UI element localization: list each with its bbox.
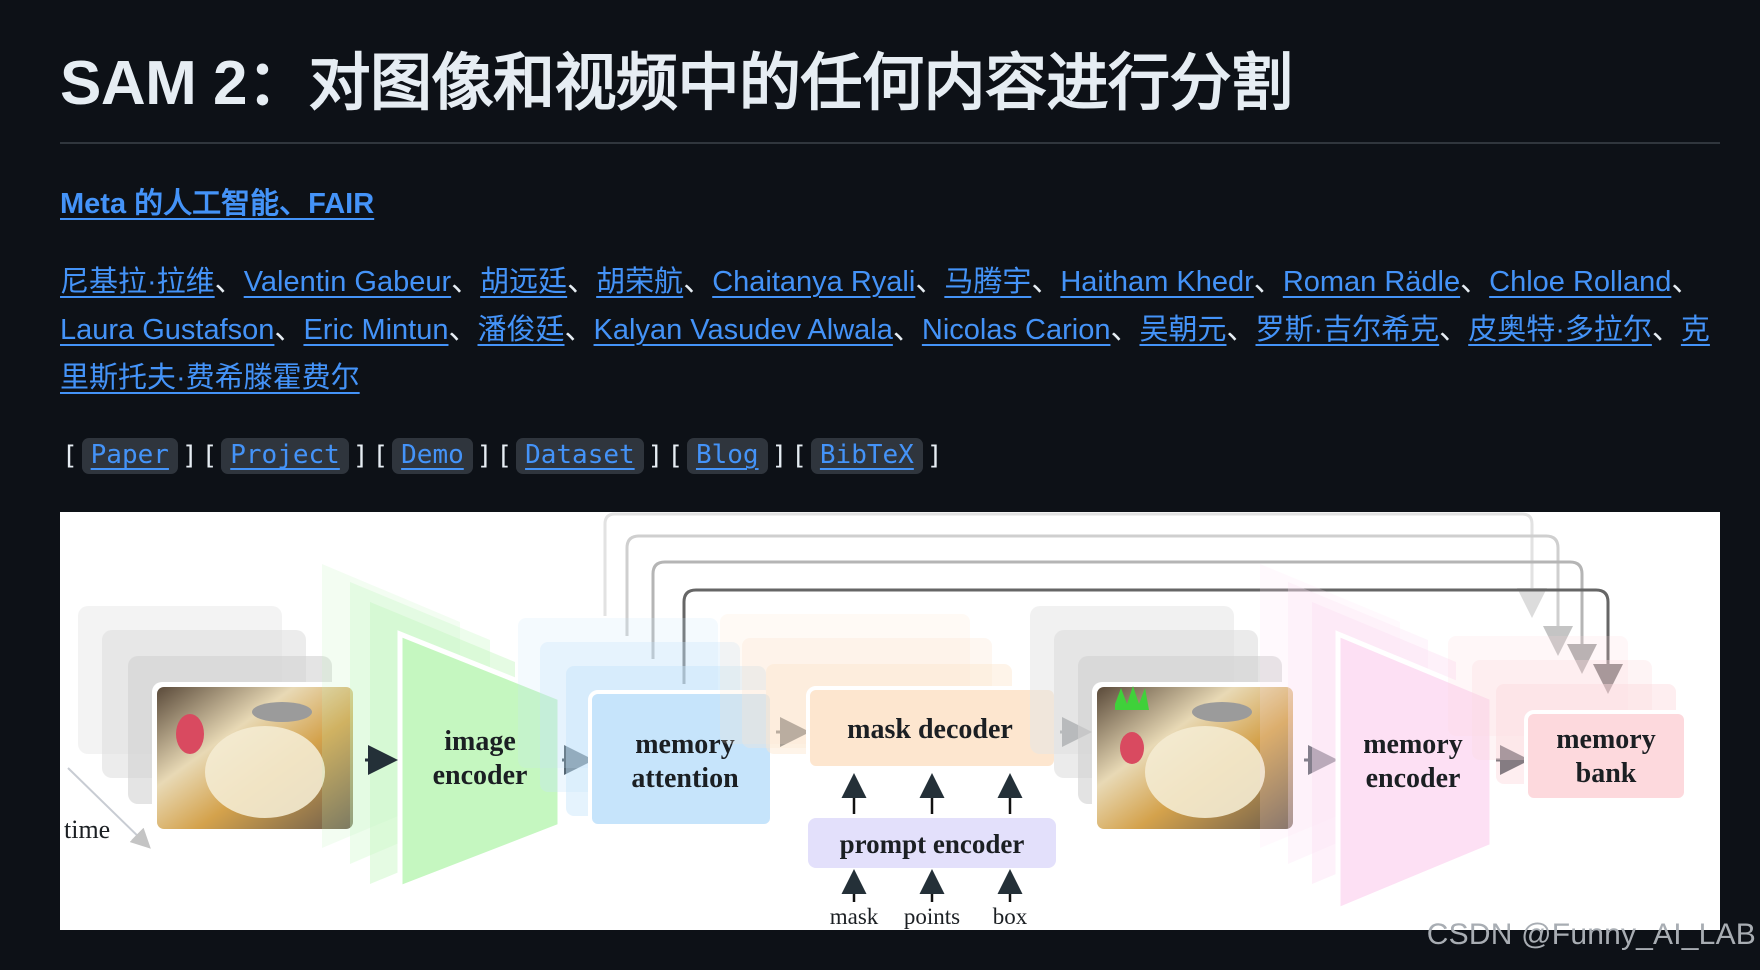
author-separator: 、 [448, 314, 478, 346]
prompt-mask-label: mask [830, 904, 879, 929]
author-link[interactable]: Nicolas Carion [922, 314, 1111, 346]
bracket-close: ] [926, 441, 943, 471]
author-separator: 、 [1226, 314, 1256, 346]
bracket-open: [ [496, 441, 513, 471]
author-separator: 、 [1031, 266, 1061, 298]
prompt-input-arrows [841, 869, 1023, 902]
output-frames-stack [1030, 606, 1298, 832]
link-dataset[interactable]: Dataset [525, 440, 635, 470]
bracket-open: [ [201, 441, 218, 471]
bracket-close: ] [476, 441, 493, 471]
author-link[interactable]: Chloe Rolland [1489, 266, 1671, 298]
author-separator: 、 [451, 266, 481, 298]
author-link[interactable]: 马腾宇 [944, 266, 1031, 298]
bracket-open: [ [62, 441, 78, 471]
author-link[interactable]: 尼基拉·拉维 [60, 266, 215, 298]
memory-attention-label: memory [635, 729, 735, 760]
link-blog[interactable]: Blog [696, 440, 759, 470]
bracket-open: [ [372, 441, 389, 471]
author-link[interactable]: 罗斯·吉尔希克 [1256, 314, 1440, 346]
resource-links: [Paper][Project][Demo][Dataset][Blog][Bi… [60, 438, 944, 474]
bracket-open: [ [791, 441, 807, 471]
page-title: SAM 2：对图像和视频中的任何内容进行分割 [60, 49, 1293, 118]
sam2-architecture-figure: time image encoder memory attention mask… [60, 512, 1720, 930]
memory-encoder-label-2: encoder [1366, 763, 1461, 794]
link-chip: BibTeX [810, 438, 923, 474]
author-separator: 、 [1439, 314, 1469, 346]
author-link[interactable]: Roman Rädle [1283, 266, 1460, 298]
link-demo[interactable]: Demo [401, 440, 464, 470]
memory-attention-label-2: attention [631, 763, 739, 794]
bracket-open: [ [667, 441, 683, 471]
link-chip: Demo [392, 438, 473, 474]
author-separator: 、 [683, 266, 713, 298]
prompt-points-label: points [904, 904, 960, 929]
prompt-arrows [841, 773, 1023, 814]
link-chip: Dataset [516, 438, 644, 474]
architecture-diagram: time image encoder memory attention mask… [64, 512, 1688, 929]
author-link[interactable]: Laura Gustafson [60, 314, 274, 346]
affiliation-link[interactable]: Meta 的人工智能、FAIR [60, 180, 374, 222]
title-divider [60, 142, 1720, 144]
author-list: 尼基拉·拉维、Valentin Gabeur、胡远廷、胡荣航、Chaitanya… [60, 258, 1722, 402]
author-separator: 、 [567, 266, 597, 298]
bracket-close: ] [181, 441, 198, 471]
author-separator: 、 [892, 314, 922, 346]
image-encoder-label-2: encoder [433, 760, 528, 791]
author-separator: 、 [1253, 266, 1283, 298]
author-link[interactable]: Chaitanya Ryali [712, 266, 915, 298]
prompt-box-label: box [993, 904, 1028, 929]
author-separator: 、 [1110, 314, 1140, 346]
link-chip: Paper [81, 438, 178, 474]
author-link[interactable]: 皮奥特·多拉尔 [1468, 314, 1652, 346]
author-separator: 、 [274, 314, 304, 346]
author-link[interactable]: 胡荣航 [596, 266, 683, 298]
image-encoder-label: image [444, 726, 516, 757]
author-link[interactable]: Valentin Gabeur [244, 266, 451, 298]
memory-encoder-label: memory [1363, 729, 1463, 760]
author-separator: 、 [564, 314, 594, 346]
bracket-close: ] [647, 441, 664, 471]
author-link[interactable]: Eric Mintun [303, 314, 448, 346]
input-frames-stack [78, 606, 358, 832]
author-separator: 、 [1651, 314, 1681, 346]
author-link[interactable]: Haitham Khedr [1060, 266, 1253, 298]
author-link[interactable]: 潘俊廷 [478, 314, 565, 346]
link-project[interactable]: Project [230, 440, 340, 470]
memory-bank-label-2: bank [1576, 758, 1637, 789]
prompt-encoder-label: prompt encoder [840, 829, 1025, 859]
author-separator: 、 [214, 266, 244, 298]
author-link[interactable]: 胡远廷 [480, 266, 567, 298]
link-chip: Blog [686, 438, 768, 474]
author-separator: 、 [915, 266, 945, 298]
author-separator: 、 [1671, 266, 1701, 298]
time-label: time [64, 815, 110, 844]
author-link[interactable]: Kalyan Vasudev Alwala [594, 314, 893, 346]
link-bibtex[interactable]: BibTeX [820, 440, 914, 470]
bracket-close: ] [352, 441, 369, 471]
author-link[interactable]: 吴朝元 [1139, 314, 1226, 346]
mask-decoder-label: mask decoder [847, 714, 1013, 745]
bracket-close: ] [771, 441, 788, 471]
author-separator: 、 [1460, 266, 1490, 298]
memory-bank-label: memory [1556, 724, 1656, 755]
link-paper[interactable]: Paper [91, 440, 169, 470]
link-chip: Project [221, 438, 349, 474]
watermark: CSDN @Funny_AI_LAB [1426, 918, 1756, 951]
